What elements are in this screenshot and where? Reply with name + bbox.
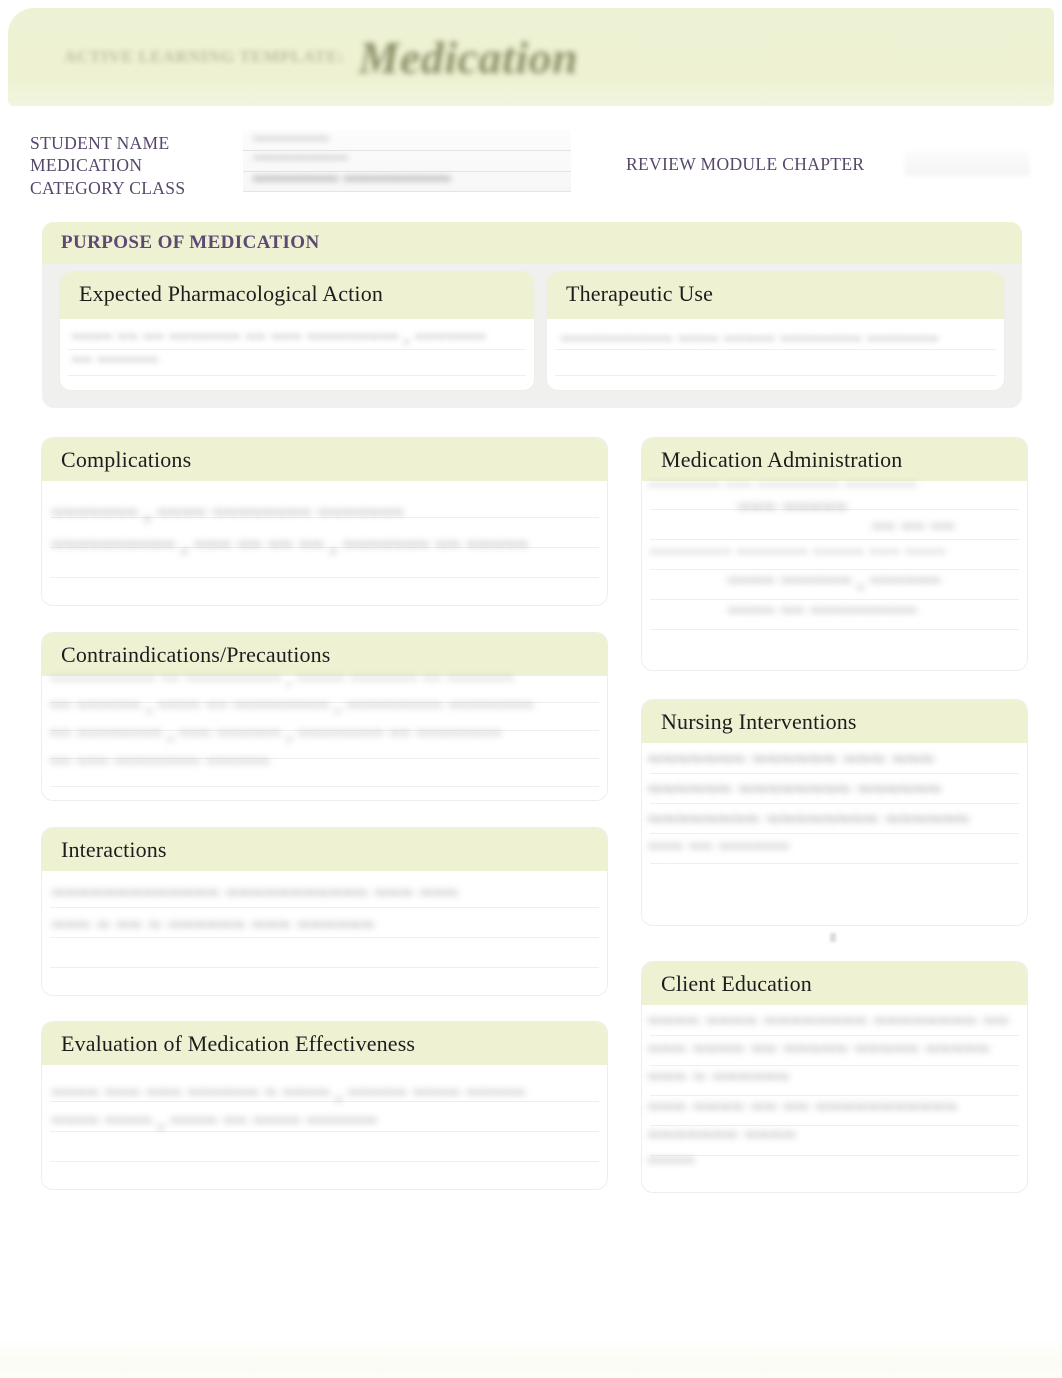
identity-value-fields[interactable]: ~~~~~~~~ ~~~~~~~~~~ ~~~~~~~~ ~~~~~~~~~~ bbox=[243, 129, 571, 192]
medication-input[interactable]: ~~~~~~~~~~ bbox=[253, 148, 348, 168]
student-name-label: STUDENT NAME bbox=[30, 133, 170, 153]
complications-input[interactable]: ~~~~~~~ , ~~~~ ~~~~~~~~ ~~~~~~~ ~~~~~~~~… bbox=[42, 481, 607, 605]
nursing-interventions-label: Nursing Interventions bbox=[661, 709, 857, 734]
evaluation-of-medication-effectiveness-card[interactable]: Evaluation of Medication Effectiveness ~… bbox=[42, 1022, 607, 1189]
worksheet-page: ACTIVE LEARNING TEMPLATE: Medication STU… bbox=[0, 0, 1062, 1378]
interactions-label: Interactions bbox=[61, 837, 167, 862]
therapeutic-use-label: Therapeutic Use bbox=[566, 281, 714, 306]
evaluation-of-medication-effectiveness-input[interactable]: ~~~~ ~~~ ~~~ ~~~~~~ ~ ~~~~ , ~~~~~ ~~~~ … bbox=[42, 1065, 607, 1189]
therapeutic-use-input[interactable]: ~~~~~~~~~~~ ~~~~ ~~~~~ ~~~~~~~~ ~~~~~~~ bbox=[547, 319, 1004, 390]
review-module-chapter-input[interactable] bbox=[905, 152, 1030, 176]
section-divider-tick bbox=[830, 933, 836, 942]
nursing-interventions-card[interactable]: Nursing Interventions ~~~~~~~ ~~~~~~ ~~~… bbox=[642, 700, 1027, 925]
purpose-of-medication-section: PURPOSE OF MEDICATION Expected Pharmacol… bbox=[42, 222, 1022, 408]
contraindications-precautions-label: Contraindications/Precautions bbox=[61, 642, 331, 667]
student-name-input[interactable]: ~~~~~~~~ bbox=[253, 129, 329, 149]
interactions-card[interactable]: Interactions ~~~~~~~~~~~~~ ~~~~~~~~~~~ ~… bbox=[42, 828, 607, 995]
template-kicker-text: ACTIVE LEARNING TEMPLATE: bbox=[63, 47, 345, 66]
interactions-input[interactable]: ~~~~~~~~~~~~~ ~~~~~~~~~~~ ~~~ ~~~ ~~~ ~ … bbox=[42, 871, 607, 995]
masthead-band: ACTIVE LEARNING TEMPLATE: Medication bbox=[8, 8, 1054, 106]
identity-strip: STUDENT NAME MEDICATION CATEGORY CLASS ~… bbox=[0, 126, 1062, 204]
category-class-label: CATEGORY CLASS bbox=[30, 177, 186, 198]
contraindications-precautions-card[interactable]: Contraindications/Precautions ~~~~~~~~~~… bbox=[42, 633, 607, 800]
complications-card[interactable]: Complications ~~~~~~~ , ~~~~ ~~~~~~~~ ~~… bbox=[42, 438, 607, 605]
complications-label: Complications bbox=[61, 447, 192, 472]
medication-administration-card[interactable]: Medication Administration ~~~~~~~~ ~~~ ~… bbox=[642, 438, 1027, 670]
nursing-interventions-input[interactable]: ~~~~~~~ ~~~~~~ ~~~ ~~~ ~~~~~~ ~~~~~~~~ ~… bbox=[642, 743, 1027, 925]
medication-label: MEDICATION bbox=[30, 155, 143, 176]
purpose-of-medication-title: PURPOSE OF MEDICATION bbox=[61, 232, 320, 253]
medication-administration-label: Medication Administration bbox=[661, 447, 903, 472]
medication-administration-input[interactable]: ~~~~~~~~ ~~~ ~~~~~~~~~ ~~~~~~~~ ~~~ ~~~~… bbox=[642, 478, 1027, 670]
contraindications-precautions-input[interactable]: ~~~~~~~~~~~ ~~ ~~~~~~~~~~ , ~~~~~ ~~~~~~… bbox=[42, 671, 607, 800]
expected-pharmacological-action-card[interactable]: Expected Pharmacological Action ~~~~ ~~ … bbox=[60, 272, 534, 390]
review-module-chapter-label: REVIEW MODULE CHAPTER bbox=[626, 154, 865, 174]
therapeutic-use-card[interactable]: Therapeutic Use ~~~~~~~~~~~ ~~~~ ~~~~~ ~… bbox=[547, 272, 1004, 390]
evaluation-of-medication-effectiveness-label: Evaluation of Medication Effectiveness bbox=[61, 1031, 416, 1056]
client-education-input[interactable]: ~~~~ ~~~~ ~~~~~~~~ ~~~~~~~~ ~~ ~~~ ~~~~ … bbox=[642, 1005, 1027, 1192]
field-rule bbox=[243, 191, 571, 192]
client-education-card[interactable]: Client Education ~~~~ ~~~~ ~~~~~~~~ ~~~~… bbox=[642, 962, 1027, 1192]
identity-label-group: STUDENT NAME MEDICATION CATEGORY CLASS bbox=[30, 132, 185, 199]
category-class-input[interactable]: ~~~~~~~~ ~~~~~~~~~~ bbox=[253, 168, 451, 191]
masthead-inner: ACTIVE LEARNING TEMPLATE: Medication bbox=[8, 8, 1054, 106]
page-title: Medication bbox=[358, 31, 579, 83]
expected-pharmacological-action-input[interactable]: ~~~~ ~~ ~~ ~~~~~~~ ~~ ~~~ ~~~~~~~~~ , ~~… bbox=[60, 319, 534, 390]
client-education-label: Client Education bbox=[661, 971, 812, 996]
expected-pharmacological-action-label: Expected Pharmacological Action bbox=[79, 281, 383, 306]
page-footer-band bbox=[0, 1338, 1062, 1378]
